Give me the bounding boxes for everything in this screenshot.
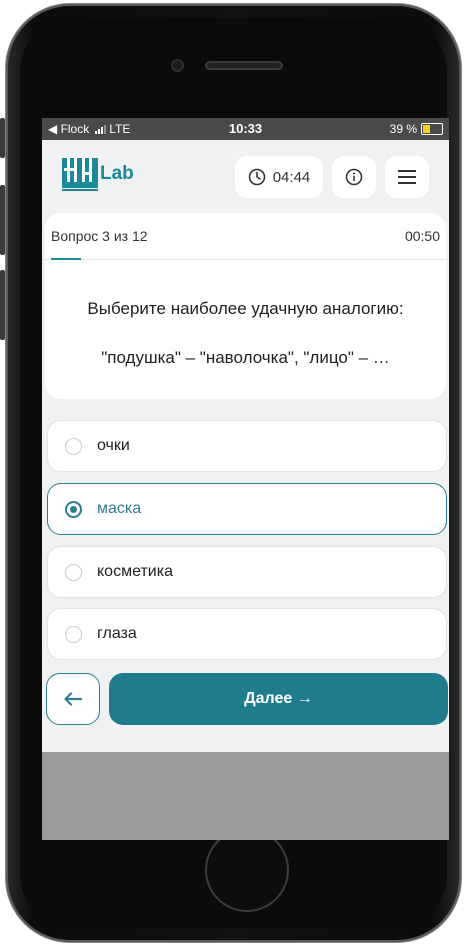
phone-volume-down: [0, 270, 5, 340]
answer-option-4[interactable]: глаза: [47, 608, 447, 660]
option-label: глаза: [97, 625, 137, 642]
radio-button[interactable]: [65, 437, 82, 455]
status-bar: ◀ Flock LTE 10:33 39 %: [42, 118, 449, 140]
battery-percent: 39 %: [389, 122, 417, 136]
bottom-area: [42, 752, 449, 840]
question-body: "подушка" – "наволочка", "лицо" – …: [101, 348, 390, 367]
menu-button[interactable]: [385, 156, 429, 198]
logo-text: Lab: [100, 163, 134, 184]
question-progress-bar: [51, 258, 81, 260]
question-header: Вопрос 3 из 12 00:50: [45, 213, 446, 260]
next-button-label: Далее →: [244, 690, 313, 707]
app-header: Lab 04:44: [42, 140, 449, 210]
option-label: маска: [97, 500, 142, 517]
radio-button[interactable]: [65, 625, 82, 643]
phone-volume-up: [0, 185, 5, 255]
timer-button[interactable]: 04:44: [235, 156, 323, 198]
question-counter: Вопрос 3 из 12: [51, 228, 148, 244]
question-prompt: Выберите наиболее удачную аналогию:: [87, 299, 404, 318]
timer-value: 04:44: [272, 168, 311, 186]
question-card: Вопрос 3 из 12 00:50 Выберите наиболее у…: [45, 213, 446, 399]
earpiece-speaker: [205, 61, 283, 70]
home-button[interactable]: [205, 828, 289, 912]
question-timer: 00:50: [404, 228, 440, 244]
answer-option-1[interactable]: очки: [47, 420, 447, 472]
info-icon: [345, 168, 363, 186]
radio-button[interactable]: [65, 563, 82, 581]
option-label: косметика: [97, 563, 173, 580]
info-button[interactable]: [332, 156, 376, 198]
status-time: 10:33: [228, 121, 263, 136]
option-label: очки: [97, 437, 130, 454]
logo-mark-icon: [62, 156, 98, 192]
hamburger-menu-icon: [398, 170, 416, 184]
status-right: 39 %: [390, 122, 443, 136]
app-logo[interactable]: Lab: [62, 156, 134, 192]
arrow-left-icon: [64, 692, 82, 706]
back-button[interactable]: [46, 673, 100, 725]
front-camera: [171, 59, 184, 72]
answer-option-3[interactable]: косметика: [47, 546, 447, 598]
answer-option-2[interactable]: маска: [47, 483, 447, 535]
clock-icon: [248, 168, 266, 186]
radio-button-selected[interactable]: [65, 500, 82, 518]
next-button[interactable]: Далее →: [109, 673, 448, 725]
battery-icon: [421, 123, 443, 135]
phone-mute-switch: [0, 118, 5, 158]
screen: ◀ Flock LTE 10:33 39 % Lab 04:44 Вопрос …: [42, 118, 449, 840]
